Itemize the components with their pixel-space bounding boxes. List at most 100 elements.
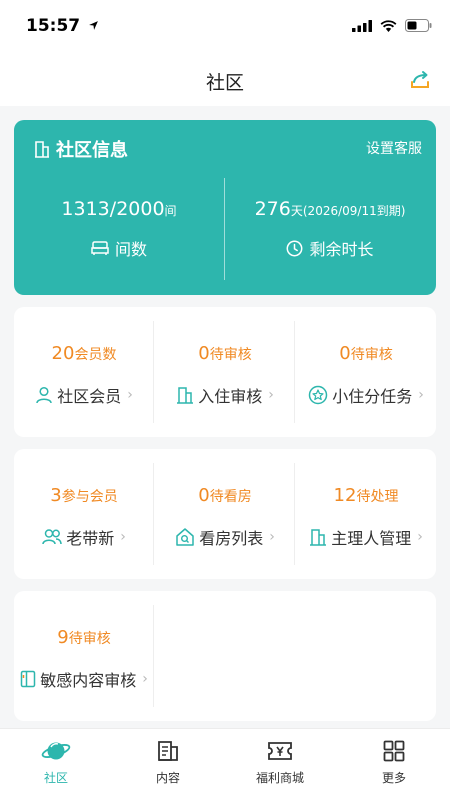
remaining-value: 276天(2026/09/11到期): [225, 198, 435, 220]
rooms-label: 间数: [14, 236, 224, 260]
bed-icon: [91, 241, 109, 255]
tab-content[interactable]: 内容: [112, 737, 224, 786]
page-title: 社区: [205, 72, 244, 94]
chevron-right-icon: ›: [269, 529, 275, 545]
referral-entry[interactable]: 老带新 ›: [14, 525, 154, 549]
manager-cell[interactable]: 12待处理 主理人管理 ›: [296, 449, 436, 579]
viewing-list-entry[interactable]: 看房列表 ›: [155, 525, 295, 549]
status-time-text: 15:57: [26, 16, 81, 36]
feature-card-1: 20会员数 社区会员 › 0待审核 入住审核 › 0待审核 小住分任务 ›: [14, 307, 436, 437]
building-icon: [35, 141, 49, 158]
community-members-entry[interactable]: 社区会员 ›: [14, 383, 154, 407]
chevron-right-icon: ›: [418, 387, 424, 403]
cell-label-text: 小住分任务: [332, 387, 413, 406]
feature-card-2: 3参与会员 老带新 › 0待看房 看房列表 › 12待处理 主理人管理 ›: [14, 449, 436, 579]
short-stay-count: 0待审核: [296, 343, 436, 364]
person-icon: [36, 386, 52, 404]
cell-label-text: 社区会员: [57, 387, 122, 406]
group-icon: [42, 529, 62, 545]
member-count: 20会员数: [14, 343, 154, 364]
referral-cell[interactable]: 3参与会员 老带新 ›: [14, 449, 154, 579]
wifi-icon: [380, 19, 397, 32]
member-cell[interactable]: 20会员数 社区会员 ›: [14, 307, 154, 437]
grid-icon: [338, 737, 450, 765]
community-info-header: 社区信息: [34, 136, 128, 162]
house-search-icon: [176, 528, 194, 546]
checkin-count: 0待审核: [155, 343, 295, 364]
count-suffix: 待审核: [350, 347, 393, 363]
rooms-used: 1313: [61, 198, 110, 220]
cell-label-text: 主理人管理: [331, 529, 412, 548]
count-suffix: 会员数: [74, 347, 117, 363]
referral-count: 3参与会员: [14, 485, 154, 506]
community-info-card: 社区信息 设置客服 1313/2000间 间数 276天(2026/09/11到…: [14, 120, 436, 295]
count-suffix: 待审核: [68, 631, 111, 647]
chevron-right-icon: ›: [417, 529, 423, 545]
tab-label: 福利商城: [255, 771, 304, 785]
set-customer-service-link[interactable]: 设置客服: [366, 138, 422, 158]
count-suffix: 参与会员: [61, 489, 118, 505]
feature-card-3: 9待审核 敏感内容审核 ›: [14, 591, 436, 721]
cell-label-text: 老带新: [66, 529, 115, 548]
building-icon: [310, 529, 327, 546]
count-number: 12: [333, 485, 357, 506]
battery-icon: [405, 19, 432, 32]
status-time: 15:57: [26, 16, 99, 36]
cell-label-text: 敏感内容审核: [40, 671, 137, 690]
tab-label: 更多: [381, 771, 406, 785]
count-number: 0: [198, 343, 210, 364]
rooms-stat: 1313/2000间 间数: [14, 198, 224, 260]
count-number: 0: [198, 485, 210, 506]
count-number: 20: [51, 343, 75, 364]
planet-icon: [0, 737, 112, 765]
chevron-right-icon: ›: [127, 387, 133, 403]
manager-entry[interactable]: 主理人管理 ›: [296, 525, 436, 549]
chevron-right-icon: ›: [268, 387, 274, 403]
chevron-right-icon: ›: [120, 529, 126, 545]
tab-welfare-mall[interactable]: 福利商城: [224, 737, 336, 786]
rooms-total: 2000: [116, 198, 165, 220]
tab-label: 内容: [155, 771, 180, 785]
cell-label-text: 入住审核: [198, 387, 263, 406]
viewing-count: 0待看房: [155, 485, 295, 506]
checkin-review-cell[interactable]: 0待审核 入住审核 ›: [155, 307, 295, 437]
count-suffix: 待看房: [209, 489, 252, 505]
ticket-icon: [224, 737, 336, 765]
status-bar: 15:57: [0, 0, 450, 56]
share-button[interactable]: [408, 68, 432, 92]
bottom-tab-bar: 社区 内容 福利商城 更多: [0, 728, 450, 800]
tab-label: 社区: [43, 771, 68, 785]
remaining-time-stat: 276天(2026/09/11到期) 剩余时长: [225, 198, 435, 260]
sensitive-count: 9待审核: [14, 627, 154, 648]
rooms-label-text: 间数: [114, 240, 147, 259]
rooms-value: 1313/2000间: [61, 198, 177, 220]
expiry-date: (2026/09/11到期): [302, 204, 406, 218]
count-suffix: 待审核: [209, 347, 252, 363]
location-arrow-icon: [89, 21, 98, 30]
sensitive-content-cell[interactable]: 9待审核 敏感内容审核 ›: [14, 591, 154, 721]
short-stay-task-cell[interactable]: 0待审核 小住分任务 ›: [296, 307, 436, 437]
tab-community[interactable]: 社区: [0, 737, 112, 786]
manager-count: 12待处理: [296, 485, 436, 506]
content-icon: [112, 737, 224, 765]
viewing-list-cell[interactable]: 0待看房 看房列表 ›: [155, 449, 295, 579]
sensitive-content-entry[interactable]: 敏感内容审核 ›: [14, 667, 154, 691]
tab-more[interactable]: 更多: [338, 737, 450, 786]
building-icon: [177, 387, 194, 404]
cell-label-text: 看房列表: [199, 529, 264, 548]
community-info-title: 社区信息: [56, 140, 128, 161]
count-number: 3: [50, 485, 62, 506]
star-badge-icon: [308, 385, 328, 405]
checkin-review-entry[interactable]: 入住审核 ›: [155, 383, 295, 407]
remaining-label-text: 剩余时长: [309, 240, 374, 259]
short-stay-task-entry[interactable]: 小住分任务 ›: [296, 383, 436, 407]
rooms-unit: 间: [164, 204, 177, 218]
chevron-right-icon: ›: [142, 671, 148, 687]
signal-icon: [352, 19, 372, 32]
nav-bar: 社区: [0, 56, 450, 106]
share-icon: [411, 71, 429, 88]
count-suffix: 待处理: [356, 489, 399, 505]
count-number: 0: [339, 343, 351, 364]
document-icon: [20, 670, 36, 688]
remaining-unit: 天: [290, 204, 303, 218]
